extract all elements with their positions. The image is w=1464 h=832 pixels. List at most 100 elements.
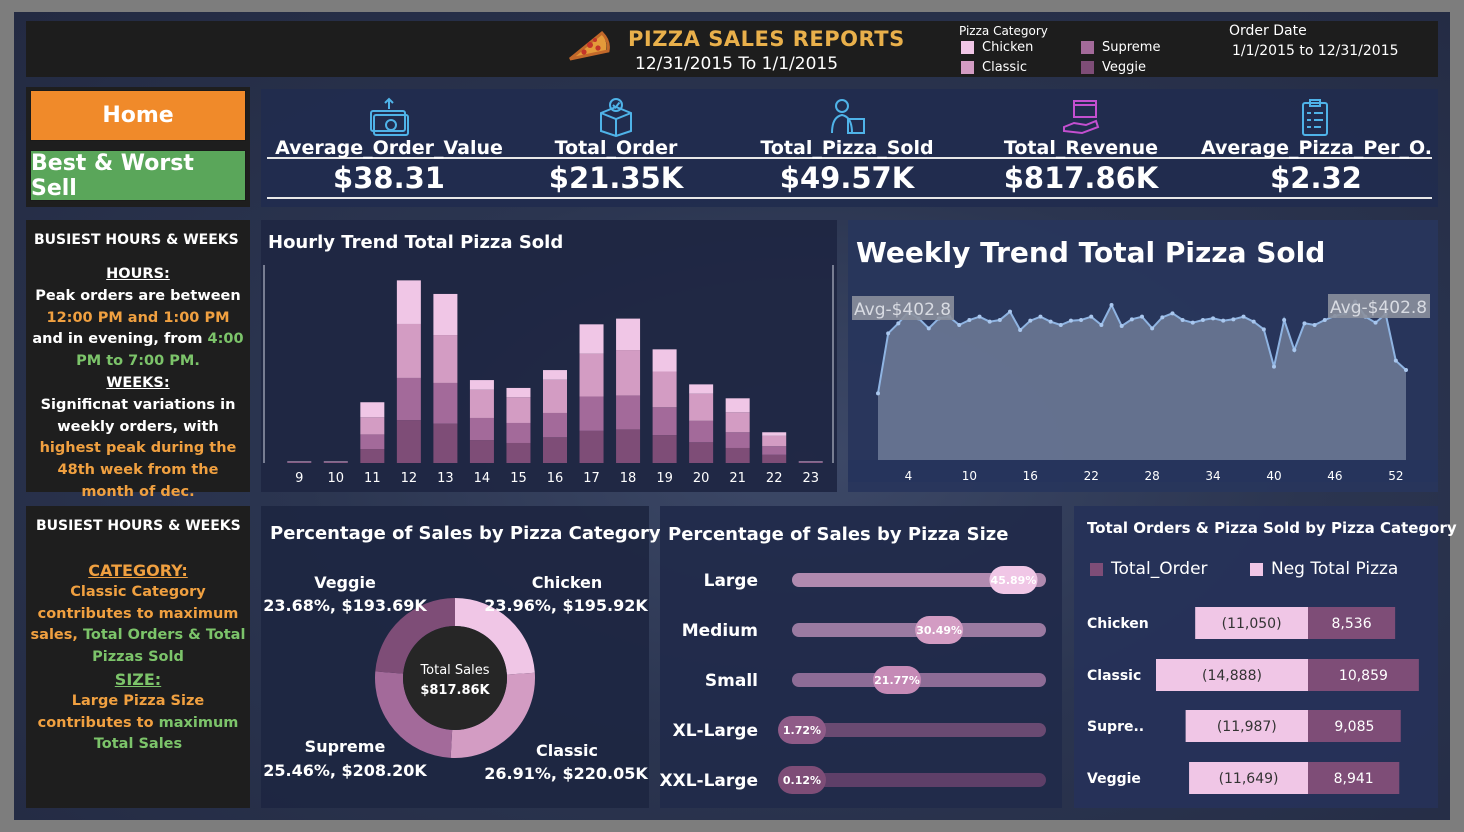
hourly-x-tick: 10 — [328, 471, 345, 486]
legend-label: Classic — [982, 60, 1027, 75]
orders-by-category-chart: Chicken (11,050) 8,536 Classic (14,888) 10,85… — [1087, 607, 1419, 794]
donut-slice-value: 26.91%, $220.05K — [484, 764, 648, 783]
hourly-bar-segment — [579, 396, 604, 431]
delivery-icon — [831, 99, 865, 134]
hourly-bar-segment — [725, 447, 750, 463]
weekly-point — [1292, 348, 1297, 352]
weekly-point — [987, 319, 992, 324]
legend-item-classic[interactable]: Classic — [961, 60, 1027, 75]
legend-label: Supreme — [1102, 40, 1161, 55]
home-button[interactable]: Home — [30, 90, 246, 141]
hourly-bar-segment — [689, 384, 714, 394]
weekly-point — [1180, 318, 1185, 322]
report-title: PIZZA SALES REPORTS — [628, 27, 905, 51]
category-insight-text: Classic Category contributes to maximum … — [30, 582, 246, 669]
kpi-value: $2.32 — [1270, 161, 1362, 195]
weekly-point — [967, 318, 972, 322]
weekly-x-tick: 52 — [1388, 469, 1403, 483]
hourly-bar-segment — [725, 398, 750, 413]
hourly-bar-segment — [360, 402, 385, 418]
hourly-bar-segment — [433, 382, 458, 424]
total-order-label: 9,085 — [1334, 719, 1374, 735]
weekly-point — [997, 318, 1002, 322]
weekly-point — [1140, 314, 1144, 319]
revenue-hand-icon — [1063, 100, 1100, 135]
hourly-bar-segment — [543, 437, 567, 463]
hourly-bar-segment — [360, 434, 385, 450]
donut-slice-value: 25.46%, $208.20K — [263, 761, 427, 780]
hourly-bar-segment — [506, 397, 531, 423]
size-sales-chart: Large 45.89% Medium 30.49% Small 21.77% XL-Lar… — [660, 566, 1046, 794]
weekly-point — [1109, 303, 1114, 307]
weekly-point — [1404, 368, 1408, 372]
size-category-label: Medium — [682, 621, 758, 641]
weekly-point — [886, 331, 891, 336]
weekly-point — [1200, 318, 1205, 322]
kpi-label: Total_Pizza_Sold — [760, 137, 934, 159]
kpi-label: Average_Pizza_Per_O.. — [1201, 137, 1431, 159]
pizza-icon — [569, 30, 610, 61]
legend-label: Chicken — [982, 40, 1034, 55]
weekly-point — [1028, 318, 1033, 323]
size-highlight: Total Sales — [93, 736, 183, 753]
hourly-x-tick: 21 — [729, 471, 746, 486]
donut-slice-value: 23.68%, $193.69K — [263, 596, 427, 615]
weekly-point — [1160, 315, 1165, 320]
hourly-bar-segment — [469, 380, 494, 390]
hourly-x-tick: 19 — [656, 471, 673, 486]
legend-item-supreme[interactable]: Supreme — [1081, 40, 1160, 55]
clipboard-icon — [1302, 99, 1328, 136]
size-value-label: 30.49% — [916, 624, 962, 637]
order-date-filter[interactable]: 1/1/2015 to 12/31/2015 — [1232, 43, 1399, 59]
weekly-point — [1272, 364, 1276, 369]
legend-item-veggie[interactable]: Veggie — [1081, 60, 1146, 75]
weekly-x-tick: 40 — [1266, 469, 1281, 483]
order-date-label: Order Date — [1229, 23, 1307, 39]
weekly-point — [896, 321, 901, 326]
hourly-bar-segment — [725, 412, 750, 433]
category-donut-chart: Total Sales $817.86K Chicken 23.96%, $195.9… — [263, 573, 648, 783]
weekly-x-axis-band — [848, 460, 1438, 482]
donut-center-label: Total Sales — [419, 663, 489, 678]
weekly-x-tick: 46 — [1327, 469, 1342, 483]
avg-label-right: Avg-$402.8 — [1330, 298, 1427, 318]
box-icon — [600, 98, 632, 137]
hourly-bar-segment — [543, 412, 567, 438]
hourly-bar-segment — [579, 353, 604, 397]
hourly-x-tick: 11 — [364, 471, 381, 486]
kpi-label: Total_Order — [554, 137, 678, 159]
weekly-point — [977, 314, 982, 319]
weeks-label: WEEKS: — [106, 374, 170, 391]
hourly-x-tick: 22 — [766, 471, 783, 486]
hourly-x-tick: 14 — [474, 471, 491, 486]
size-category-label: Large — [704, 571, 758, 591]
hourly-bar-segment — [762, 454, 787, 463]
hourly-bar-segment — [616, 318, 641, 351]
hourly-bar-segment — [616, 429, 641, 463]
size-sales-panel: Percentage of Sales by Pizza Size Large 4… — [660, 506, 1062, 808]
hourly-bar-segment — [360, 449, 385, 463]
best-worst-sell-button[interactable]: Best & Worst Sell — [30, 150, 246, 201]
hourly-x-tick: 15 — [510, 471, 527, 486]
hourly-x-tick: 12 — [401, 471, 418, 486]
money-icon — [370, 97, 409, 136]
hourly-bar-segment — [396, 280, 421, 324]
hourly-x-tick: 18 — [620, 471, 637, 486]
donut-slice-name: Supreme — [305, 737, 386, 756]
orders-category-label: Supre.. — [1087, 719, 1144, 735]
hourly-bar-segment — [469, 389, 494, 418]
kpi-total-pizza-sold: Total_Pizza_Sold $49.57K — [747, 89, 947, 207]
hourly-bar-segment — [762, 432, 787, 436]
weekly-point — [1048, 319, 1053, 324]
weekly-point — [1119, 324, 1124, 328]
orders-category-label: Veggie — [1087, 771, 1141, 787]
kpi-total-order: Total_Order $21.35K — [511, 89, 721, 207]
legend-item-chicken[interactable]: Chicken — [961, 40, 1033, 55]
hourly-x-tick: 17 — [583, 471, 600, 486]
weeks-highlight: highest peak during the 48th week from t… — [39, 440, 237, 500]
kpi-value: $817.86K — [1003, 161, 1159, 195]
weekly-point — [1221, 318, 1226, 323]
weekly-point — [1058, 323, 1063, 327]
weekly-point — [1302, 321, 1307, 326]
header-bar: PIZZA SALES REPORTS 12/31/2015 To 1/1/20… — [26, 21, 1438, 77]
